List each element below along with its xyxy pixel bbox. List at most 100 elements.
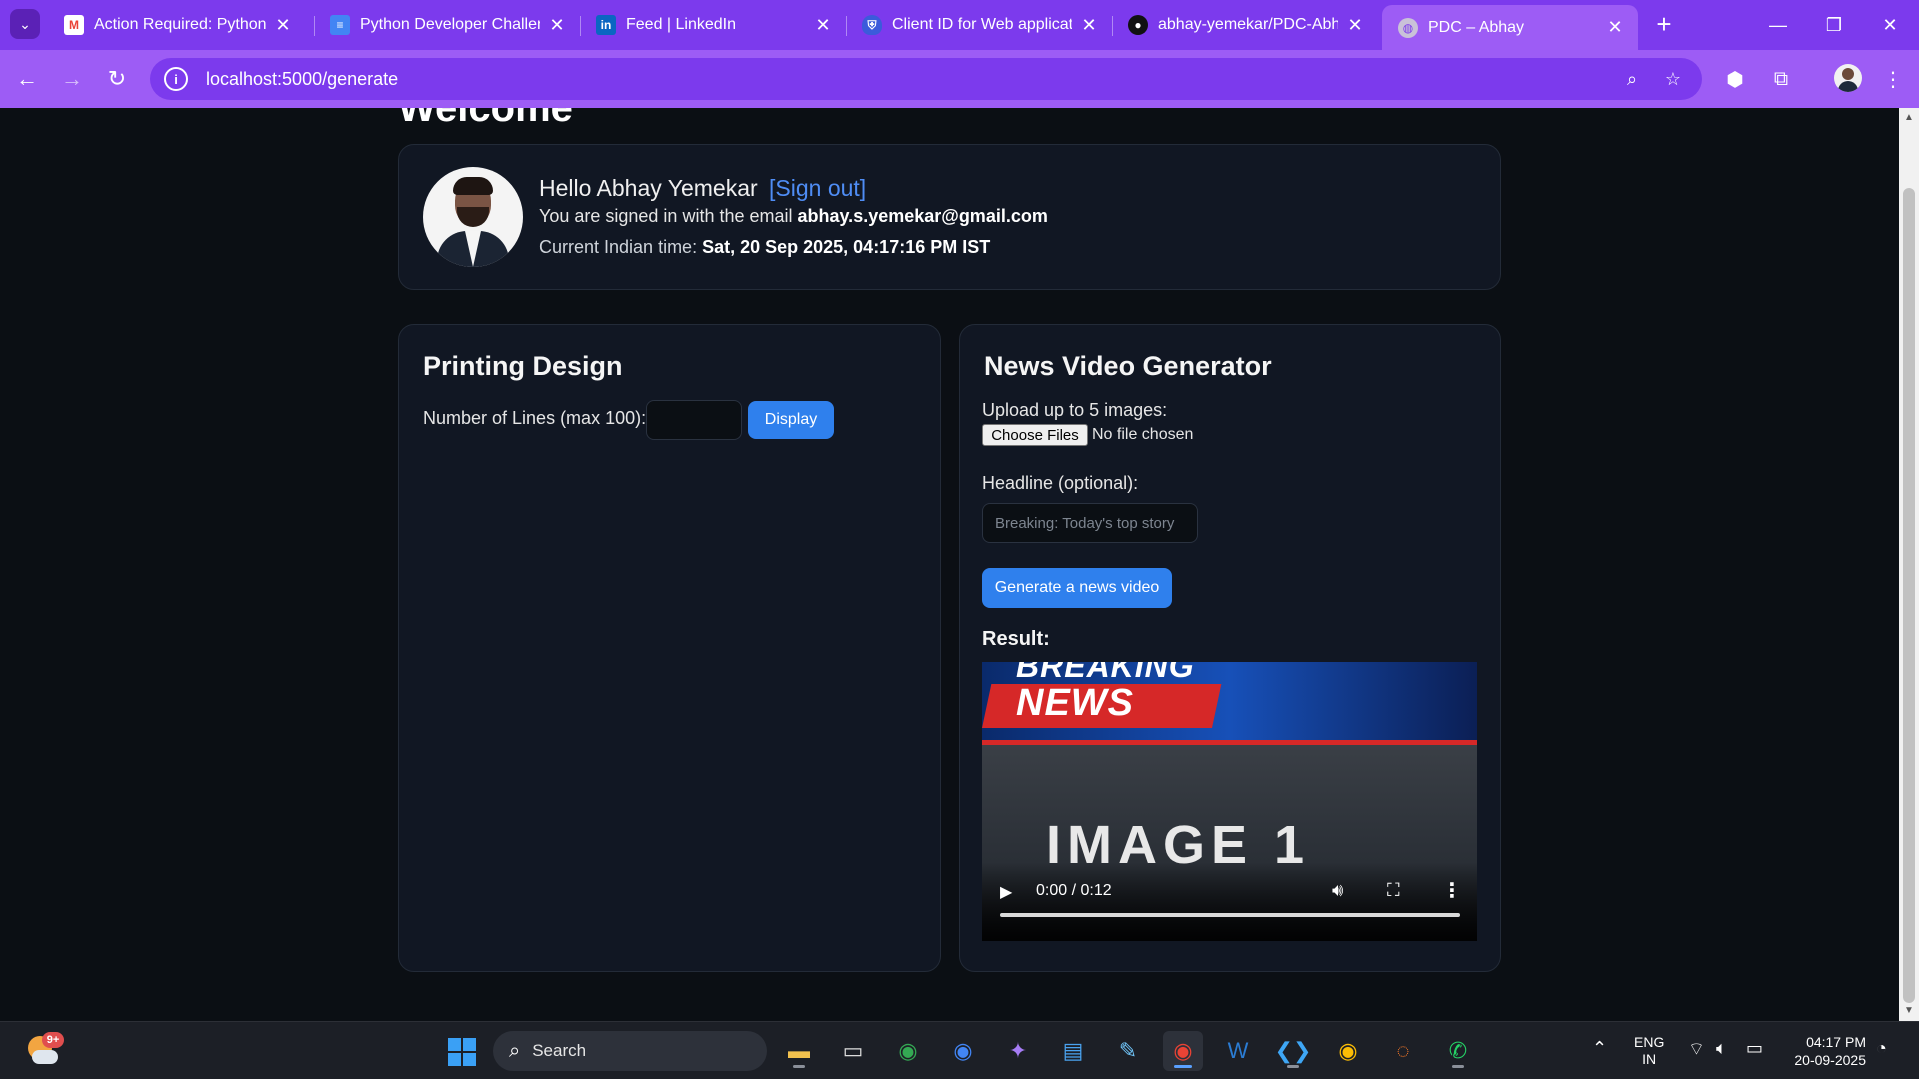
tab-strip: ⌄ M Action Required: Python D ✕ ≡ Python… [0,0,1919,50]
tab-gmail[interactable]: M Action Required: Python D ✕ [48,0,306,50]
notepad-icon[interactable]: ▤ [1053,1031,1093,1071]
volume-icon[interactable]: 🔊︎ [1332,880,1343,901]
system-clock[interactable]: 04:17 PM 20-09-2025 [1786,1033,1866,1069]
play-icon[interactable]: ▶ [1000,882,1012,902]
close-icon[interactable]: ✕ [1606,17,1624,38]
profile-avatar[interactable] [1834,64,1862,92]
globe-icon: ◍ [1398,17,1418,38]
extension-cube-icon[interactable]: ⬢ [1720,64,1750,94]
chrome-icon[interactable]: ◉ [888,1031,928,1071]
linkedin-icon: in [596,15,616,35]
windows-taskbar: 9+ ⌕ Search ▬ ▭ ◉ ◉ ✦ ▤ ✎ ◉ W ❮❯ ◉ ◌ ✆ ⌃… [0,1021,1919,1079]
notification-badge: 9+ [42,1032,64,1048]
close-icon[interactable]: ✕ [814,15,832,36]
video-news-text: NEWS [1016,682,1134,724]
chevron-up-icon[interactable]: ⌃ [1592,1038,1607,1059]
reload-icon[interactable]: ↻ [102,64,132,94]
paint-icon[interactable]: ✎ [1108,1031,1148,1071]
choose-files-button[interactable]: Choose Files [982,424,1088,446]
display-button[interactable]: Display [748,401,834,439]
tab-title: abhay-yemekar/PDC-Abha [1158,16,1338,33]
speaker-icon[interactable]: 🔈︎ [1716,1038,1727,1059]
video-player[interactable]: BREAKING NEWS IMAGE 1 ▶ 0:00 / 0:12 🔊︎ ⛶… [982,662,1477,941]
notification-bell-icon[interactable]: ◔ [1876,1038,1887,1059]
back-icon[interactable]: ← [12,64,42,94]
page-viewport: Welcome Hello Abhay Yemekar [Sign out] Y… [0,108,1899,1021]
chrome-alt-icon[interactable]: ◉ [943,1031,983,1071]
shield-icon: ⛨ [862,15,882,35]
close-icon[interactable]: ✕ [548,15,566,36]
forward-icon[interactable]: → [57,64,87,94]
result-label: Result: [982,628,1050,650]
wifi-icon[interactable]: ⌔ [1688,1038,1705,1061]
close-icon[interactable]: ✕ [1346,15,1364,36]
fullscreen-icon[interactable]: ⛶ [1387,880,1400,901]
start-icon[interactable] [448,1038,476,1066]
copilot-icon[interactable]: ✦ [998,1031,1038,1071]
sign-out-link[interactable]: [Sign out] [769,175,866,202]
file-explorer-icon[interactable]: ▬ [779,1031,819,1071]
tab-title: Client ID for Web applicati [892,16,1072,33]
github-icon: ● [1128,15,1148,35]
restore-icon[interactable]: ❐ [1806,0,1862,50]
bookmark-star-icon[interactable]: ☆ [1661,67,1685,91]
docs-icon: ≡ [330,15,350,35]
video-time: 0:00 / 0:12 [1036,882,1112,899]
tab-title: Feed | LinkedIn [626,16,737,33]
tab-linkedin[interactable]: in Feed | LinkedIn ✕ [580,0,846,50]
vscode-icon[interactable]: ❮❯ [1273,1031,1313,1071]
time-prefix: Current Indian time: [539,237,703,257]
tab-title: PDC – Abhay [1428,18,1525,36]
time-value: Sat, 20 Sep 2025, 04:17:16 PM IST [702,237,991,257]
site-info-icon[interactable]: i [164,67,188,91]
clock-time: 04:17 PM [1806,1034,1866,1050]
cloud-shape [32,1050,58,1064]
signed-in-prefix: You are signed in with the email [539,206,798,226]
close-icon[interactable]: ✕ [274,15,292,36]
lang-code: ENG [1634,1034,1665,1050]
page-scrollbar[interactable]: ▲ ▼ [1899,108,1919,1021]
clock-date: 20-09-2025 [1794,1052,1866,1068]
page-title: Welcome [398,108,573,130]
generate-video-button[interactable]: Generate a news video [982,568,1172,608]
headline-label: Headline (optional): [982,473,1139,493]
battery-icon[interactable]: ▭ [1746,1038,1763,1059]
lines-label: Number of Lines (max 100): [423,408,647,428]
menu-kebab-icon[interactable]: ⋮ [1878,64,1908,94]
video-progress-track[interactable] [1000,913,1460,917]
zoom-icon[interactable]: ⌕ [1620,67,1644,91]
browser-toolbar: ← → ↻ i localhost:5000/generate ⌕ ☆ ⬢ ⧉ … [0,50,1919,108]
headline-input[interactable]: Breaking: Today's top story [982,503,1198,543]
word-icon[interactable]: W [1218,1031,1258,1071]
window-close-icon[interactable]: ✕ [1862,0,1918,50]
tab-search-button[interactable]: ⌄ [10,9,40,39]
new-tab-button[interactable]: + [1650,9,1678,39]
terminal-icon[interactable]: ▭ [833,1031,873,1071]
search-label: Search [532,1041,587,1060]
chrome-active-icon[interactable]: ◉ [1163,1031,1203,1071]
current-time-text: Current Indian time: Sat, 20 Sep 2025, 0… [539,237,990,258]
minimize-icon[interactable]: — [1750,0,1806,50]
chrome-canary-icon[interactable]: ◉ [1328,1031,1368,1071]
extensions-puzzle-icon[interactable]: ⧉ [1766,64,1796,94]
tab-docs[interactable]: ≡ Python Developer Challeng ✕ [314,0,580,50]
taskbar-search[interactable]: ⌕ Search [493,1031,767,1071]
scrollbar-thumb[interactable] [1903,188,1915,1003]
language-indicator[interactable]: ENG IN [1634,1034,1664,1068]
tab-pdc-abhay[interactable]: ◍ PDC – Abhay ✕ [1382,5,1638,50]
upload-label: Upload up to 5 images: [982,400,1168,420]
scroll-up-icon[interactable]: ▲ [1903,112,1915,124]
avatar [423,167,523,267]
address-bar[interactable]: i localhost:5000/generate ⌕ ☆ [150,58,1702,100]
tab-github[interactable]: ● abhay-yemekar/PDC-Abha ✕ [1112,0,1378,50]
weather-widget[interactable]: 9+ [24,1032,64,1070]
jupyter-icon[interactable]: ◌ [1383,1031,1423,1071]
url-text[interactable]: localhost:5000/generate [206,69,398,90]
close-icon[interactable]: ✕ [1080,15,1098,36]
scroll-down-icon[interactable]: ▼ [1903,1005,1915,1017]
tab-title: Python Developer Challeng [360,16,540,33]
tab-client-id[interactable]: ⛨ Client ID for Web applicati ✕ [846,0,1112,50]
video-more-icon[interactable]: ⋮ [1442,878,1462,903]
lines-input[interactable] [646,400,742,440]
whatsapp-icon[interactable]: ✆ [1438,1031,1478,1071]
